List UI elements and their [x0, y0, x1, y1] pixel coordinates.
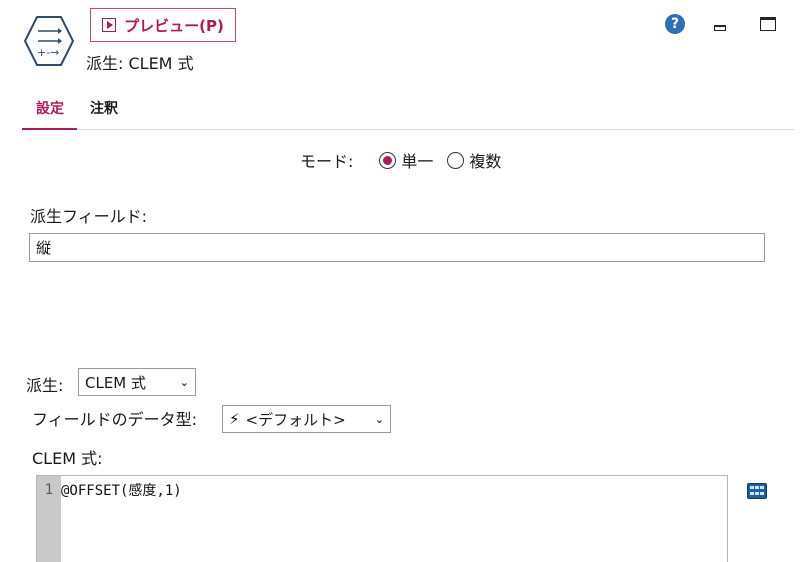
tab-bar: 設定 注釈 [22, 90, 794, 130]
clem-expression-editor[interactable]: 1 @OFFSET(感度,1) [36, 475, 728, 562]
svg-text:+-→: +-→ [37, 46, 59, 59]
preview-button-label: プレビュー(P) [124, 16, 224, 35]
help-icon[interactable]: ? [665, 14, 685, 34]
line-number: 1 [37, 476, 61, 562]
derive-as-select[interactable]: CLEM 式 ⌄ [78, 368, 196, 396]
field-type-label: フィールドのデータ型: [32, 410, 198, 429]
expression-builder-icon[interactable] [747, 483, 767, 499]
chevron-down-icon: ⌄ [374, 412, 384, 426]
mode-single-radio[interactable] [379, 151, 397, 169]
active-tab-indicator [22, 128, 77, 130]
lightning-bolt-icon: ⚡︎ [229, 410, 240, 428]
tab-settings[interactable]: 設定 [36, 98, 64, 118]
mode-single-label[interactable]: 単一 [401, 148, 433, 172]
clem-expression-code[interactable]: @OFFSET(感度,1) [61, 480, 182, 500]
mode-label: モード: [300, 152, 354, 171]
mode-multiple-radio[interactable] [447, 151, 465, 169]
derive-node-icon: +-→ [23, 16, 75, 66]
clem-expression-label: CLEM 式: [32, 449, 103, 468]
field-type-select[interactable]: ⚡︎ <デフォルト> ⌄ [222, 405, 391, 433]
tab-annotations[interactable]: 注釈 [90, 98, 118, 118]
derive-as-value: CLEM 式 [85, 373, 147, 392]
preview-button[interactable]: プレビュー(P) [90, 8, 236, 42]
mode-multiple-label[interactable]: 複数 [469, 148, 501, 172]
mode-row: モード: 単一 複数 [300, 148, 501, 172]
maximize-icon[interactable] [760, 17, 776, 31]
field-type-value: <デフォルト> [245, 410, 346, 429]
node-title: 派生: CLEM 式 [86, 54, 194, 73]
chevron-down-icon: ⌄ [179, 375, 189, 389]
derive-field-label: 派生フィールド: [30, 207, 148, 226]
derive-as-label: 派生: [26, 376, 64, 395]
play-icon [102, 18, 117, 32]
minimize-icon[interactable] [714, 25, 726, 31]
derive-field-input[interactable] [29, 233, 765, 262]
